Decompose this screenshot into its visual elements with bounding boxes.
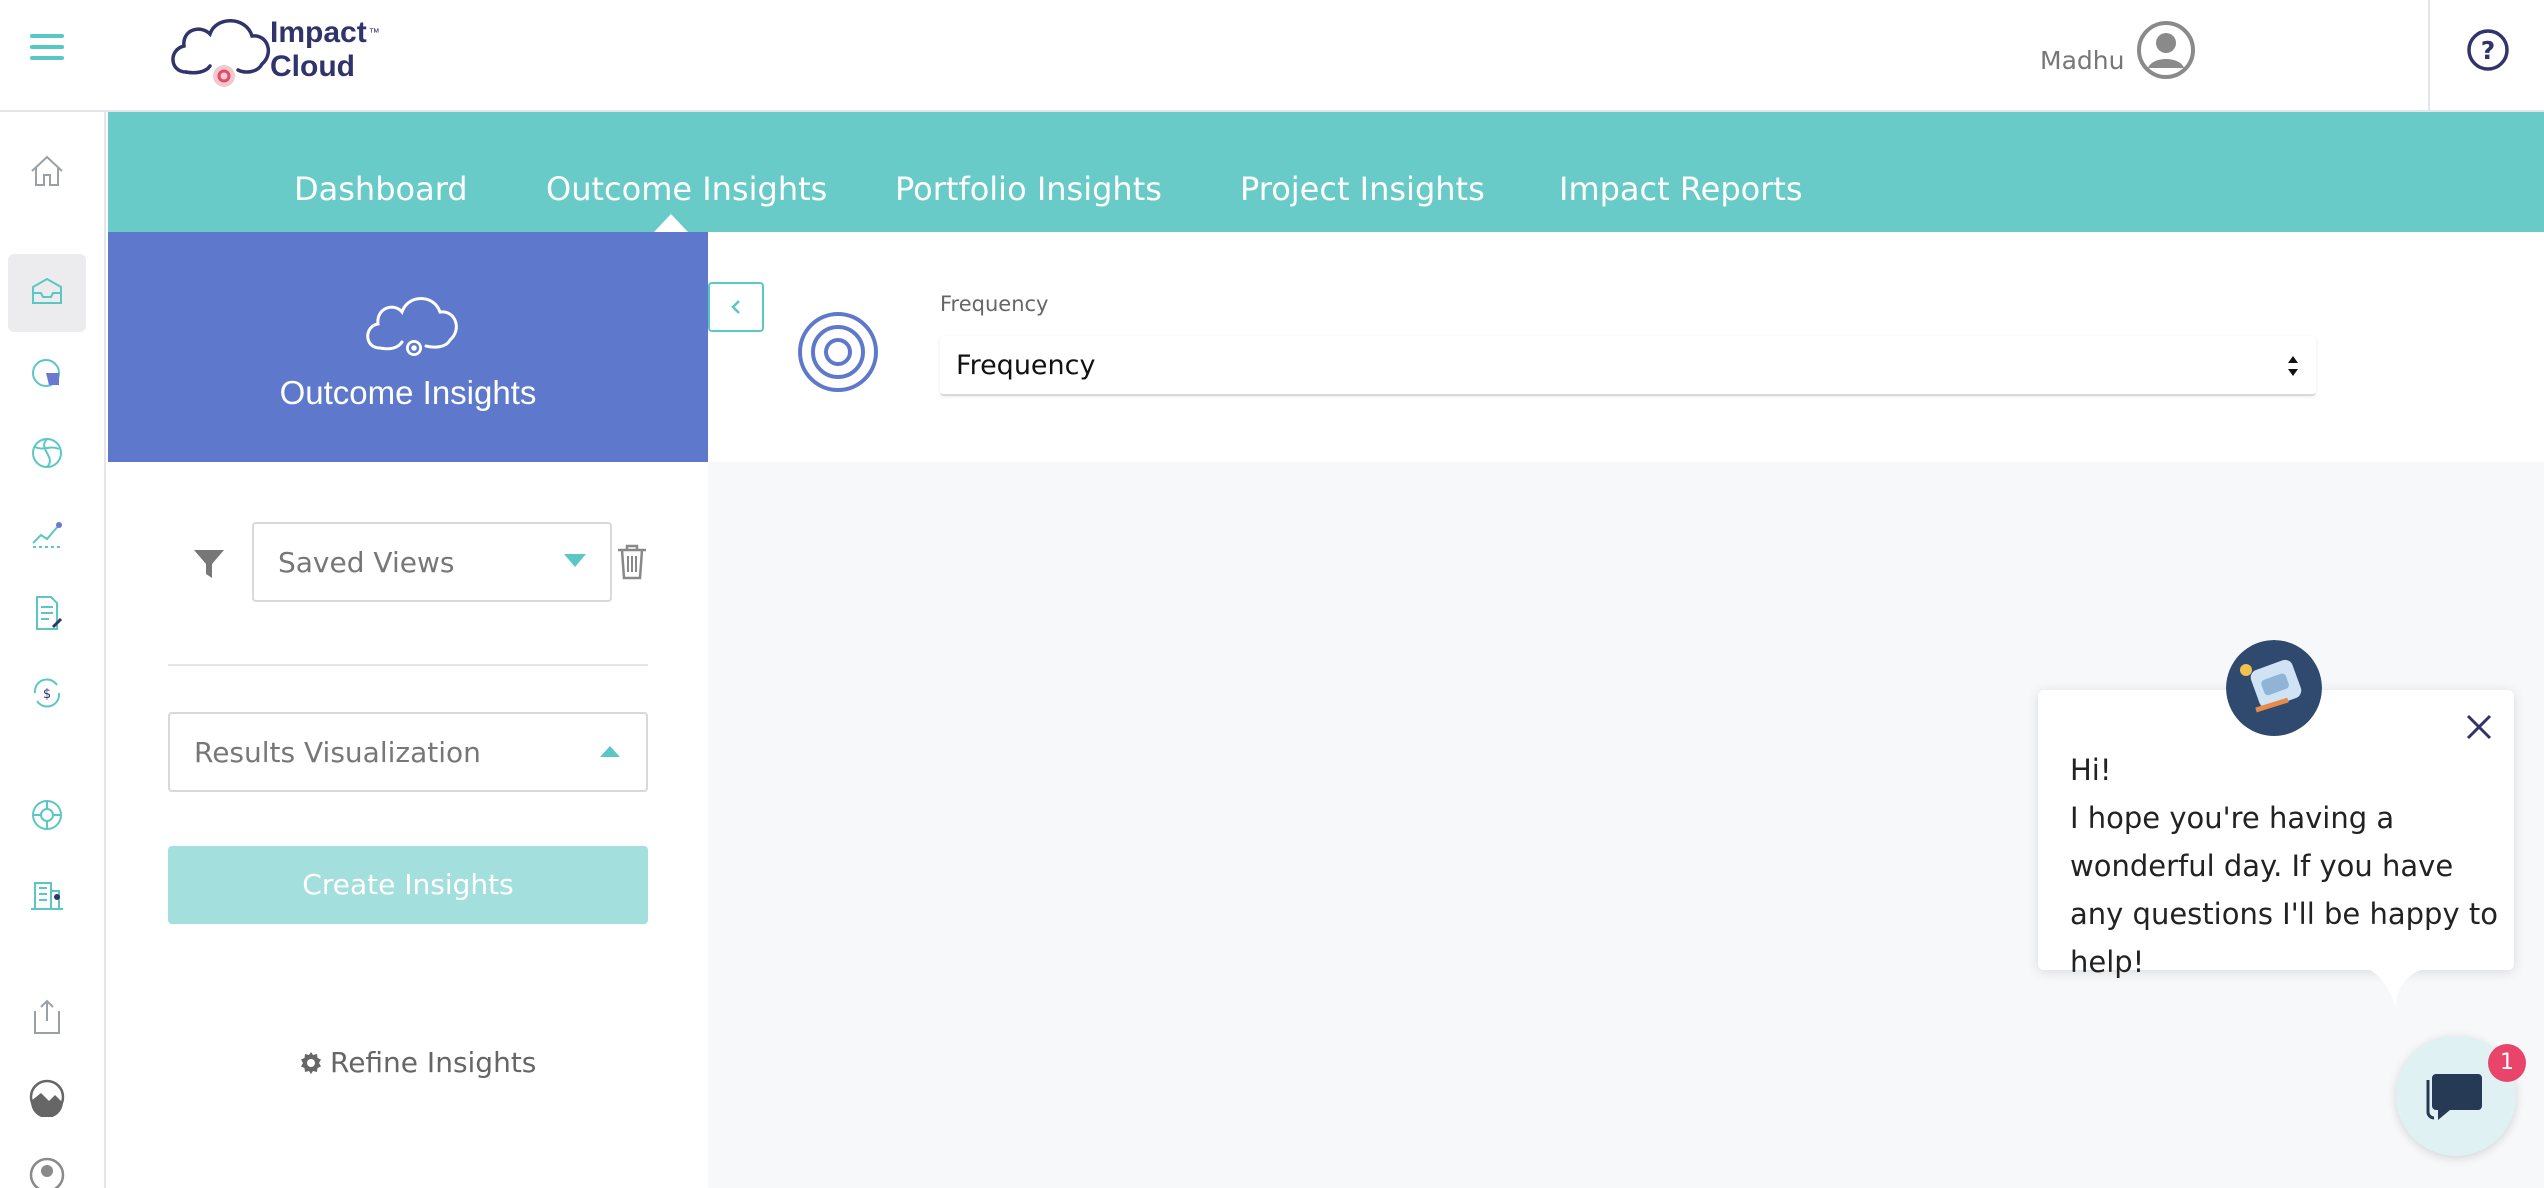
refine-insights-link[interactable]: Refine Insights — [298, 1046, 536, 1079]
saved-views-label: Saved Views — [278, 546, 455, 579]
currency-cycle-icon[interactable]: $ — [8, 654, 86, 732]
help-icon[interactable]: ? — [2466, 28, 2510, 72]
document-edit-icon[interactable] — [8, 574, 86, 652]
frequency-select[interactable]: Frequency — [940, 336, 2316, 396]
collapse-panel-button[interactable] — [708, 282, 764, 332]
chevron-left-icon — [731, 300, 740, 314]
chat-notification-badge: 1 — [2488, 1044, 2526, 1082]
nav-portfolio-insights[interactable]: Portfolio Insights — [895, 170, 1162, 208]
logo-line-2: Cloud — [270, 50, 355, 83]
user-name[interactable]: Madhu — [2040, 46, 2124, 75]
globe-icon[interactable] — [8, 414, 86, 492]
chevron-down-icon — [564, 554, 586, 567]
results-visualization-label: Results Visualization — [194, 736, 481, 769]
main-nav: Dashboard Outcome Insights Portfolio Ins… — [108, 112, 2544, 232]
chat-icon — [2426, 1074, 2482, 1120]
nav-impact-reports[interactable]: Impact Reports — [1559, 170, 1803, 208]
close-icon[interactable] — [2462, 710, 2496, 744]
cloud-insights-icon — [366, 297, 458, 356]
user-circle-icon[interactable] — [8, 1136, 86, 1188]
filter-icon[interactable] — [192, 546, 226, 582]
active-tab-indicator — [654, 214, 688, 232]
select-arrows-icon — [2288, 356, 2298, 376]
svg-text:$: $ — [43, 687, 51, 702]
create-insights-button[interactable]: Create Insights — [168, 846, 648, 924]
panel-hero: Outcome Insights — [108, 232, 708, 462]
inbox-icon[interactable] — [8, 254, 86, 332]
trademark: ™ — [368, 27, 380, 39]
header-divider — [2428, 0, 2430, 112]
nav-project-insights[interactable]: Project Insights — [1240, 170, 1485, 208]
lifebuoy-icon[interactable] — [8, 776, 86, 854]
pie-chart-icon[interactable] — [8, 334, 86, 412]
trend-chart-icon[interactable] — [8, 494, 86, 572]
results-visualization-dropdown[interactable]: Results Visualization — [168, 712, 648, 792]
home-icon[interactable] — [8, 132, 86, 210]
bot-avatar-icon — [2226, 640, 2322, 736]
impact-cloud-logo[interactable]: Impact ™ Cloud — [166, 10, 406, 94]
export-icon[interactable] — [8, 978, 86, 1056]
frequency-select-value: Frequency — [956, 350, 1096, 381]
svg-text:?: ? — [2481, 36, 2496, 65]
top-header: Impact ™ Cloud Madhu ? — [0, 0, 2544, 112]
hamburger-menu-icon[interactable] — [30, 34, 64, 62]
trash-icon[interactable] — [614, 542, 650, 582]
cloud-logo-icon — [171, 19, 271, 87]
chat-greeting: Hi! — [2070, 753, 2112, 787]
nav-outcome-insights[interactable]: Outcome Insights — [546, 170, 827, 208]
logo-line-1: Impact — [270, 16, 367, 49]
chat-body: I hope you're having a wonderful day. If… — [2070, 801, 2498, 979]
panel-title: Outcome Insights — [279, 374, 537, 411]
gear-icon — [301, 1051, 321, 1074]
frequency-label: Frequency — [940, 292, 1049, 316]
nav-dashboard[interactable]: Dashboard — [294, 170, 468, 208]
chat-message: Hi! I hope you're having a wonderful day… — [2070, 746, 2500, 986]
chevron-up-icon — [600, 746, 620, 757]
landscape-icon[interactable] — [8, 1058, 86, 1136]
building-icon[interactable] — [8, 856, 86, 934]
refine-insights-label: Refine Insights — [330, 1046, 537, 1079]
target-icon — [798, 312, 878, 392]
panel-divider — [168, 664, 648, 666]
user-avatar-icon[interactable] — [2136, 20, 2196, 80]
saved-views-dropdown[interactable]: Saved Views — [252, 522, 612, 602]
